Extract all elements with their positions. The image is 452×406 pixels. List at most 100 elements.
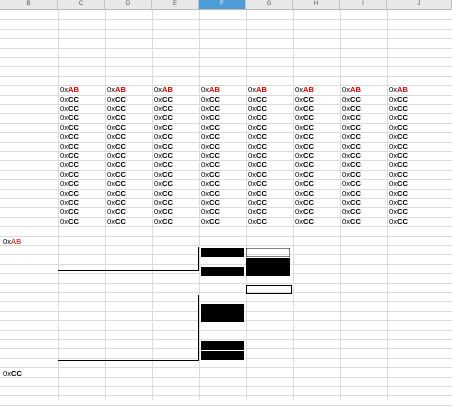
- data-cell[interactable]: 0xCC: [389, 189, 433, 198]
- data-cell[interactable]: 0xCC: [201, 123, 245, 132]
- data-cell[interactable]: [154, 29, 198, 38]
- data-cell[interactable]: 0xCC: [389, 207, 433, 216]
- data-cell[interactable]: 0xCC: [342, 123, 386, 132]
- data-cell[interactable]: 0xCC: [248, 151, 292, 160]
- data-cell[interactable]: 0xCC: [342, 160, 386, 169]
- data-cell[interactable]: [389, 48, 433, 57]
- first-line-swatch[interactable]: [201, 239, 244, 248]
- data-cell[interactable]: 0xCC: [107, 95, 151, 104]
- data-cell[interactable]: [201, 66, 245, 75]
- data-cell[interactable]: 0xCC: [342, 95, 386, 104]
- color-option-number[interactable]: [172, 332, 194, 341]
- data-cell[interactable]: [248, 48, 292, 57]
- column-header-i[interactable]: I: [340, 0, 387, 9]
- data-cell[interactable]: [154, 19, 198, 28]
- line-option-number[interactable]: [172, 267, 194, 276]
- data-cell[interactable]: [201, 57, 245, 66]
- data-cell[interactable]: [60, 57, 104, 66]
- data-cell[interactable]: 0xCC: [107, 132, 151, 141]
- data-cell[interactable]: [342, 29, 386, 38]
- data-cell[interactable]: 0xCC: [248, 123, 292, 132]
- data-cell[interactable]: [154, 76, 198, 85]
- data-cell[interactable]: 0xCC: [60, 142, 104, 151]
- column-header-h[interactable]: H: [293, 0, 340, 9]
- data-cell[interactable]: [295, 29, 339, 38]
- data-cell[interactable]: 0xCC: [248, 189, 292, 198]
- data-cell[interactable]: [60, 38, 104, 47]
- data-cell[interactable]: 0xCC: [248, 179, 292, 188]
- data-cell[interactable]: 0xCC: [201, 95, 245, 104]
- color-key-label[interactable]: 0xAB: [3, 237, 21, 246]
- data-cell[interactable]: [248, 19, 292, 28]
- data-cell[interactable]: [342, 48, 386, 57]
- data-cell[interactable]: 0xCC: [154, 132, 198, 141]
- data-cell[interactable]: 0xCC: [295, 198, 339, 207]
- data-cell[interactable]: 0xCC: [295, 170, 339, 179]
- data-cell[interactable]: 0xCC: [60, 217, 104, 226]
- data-cell[interactable]: 0xCC: [389, 104, 433, 113]
- data-cell[interactable]: 0xCC: [107, 123, 151, 132]
- data-cell[interactable]: 0xCC: [60, 104, 104, 113]
- data-cell[interactable]: 0xCC: [389, 170, 433, 179]
- data-cell[interactable]: [248, 29, 292, 38]
- data-cell[interactable]: 0xCC: [295, 142, 339, 151]
- color-option-number[interactable]: [172, 294, 194, 303]
- data-cell[interactable]: 0xCC: [342, 104, 386, 113]
- selected-cell-cursor[interactable]: [246, 285, 292, 294]
- data-cell[interactable]: 0xCC: [342, 189, 386, 198]
- data-cell[interactable]: 0xAB: [342, 85, 386, 94]
- data-cell[interactable]: [154, 57, 198, 66]
- column-header-e[interactable]: E: [152, 0, 199, 9]
- data-cell[interactable]: [248, 57, 292, 66]
- channel-header[interactable]: [60, 10, 105, 19]
- data-cell[interactable]: [107, 66, 151, 75]
- color-option-number[interactable]: [172, 323, 194, 332]
- color-option-number[interactable]: [172, 341, 194, 350]
- color-swatch-red[interactable]: [201, 294, 244, 303]
- data-cell[interactable]: 0xCC: [60, 160, 104, 169]
- data-cell[interactable]: 0xCC: [248, 142, 292, 151]
- data-cell[interactable]: 0xAB: [295, 85, 339, 94]
- data-cell[interactable]: 0xCC: [60, 113, 104, 122]
- color-swatch-yellow[interactable]: [201, 313, 244, 323]
- data-cell[interactable]: [295, 57, 339, 66]
- data-cell[interactable]: 0xCC: [201, 132, 245, 141]
- data-cell[interactable]: [342, 66, 386, 75]
- data-cell[interactable]: [342, 19, 386, 28]
- data-cell[interactable]: [342, 38, 386, 47]
- data-cell[interactable]: 0xCC: [295, 189, 339, 198]
- data-cell[interactable]: 0xCC: [295, 132, 339, 141]
- data-cell[interactable]: 0xCC: [342, 113, 386, 122]
- data-cell[interactable]: 0xCC: [248, 160, 292, 169]
- data-cell[interactable]: 0xAB: [107, 85, 151, 94]
- data-cell[interactable]: 0xCC: [154, 207, 198, 216]
- channel-header[interactable]: [107, 10, 152, 19]
- data-cell[interactable]: 0xCC: [107, 160, 151, 169]
- data-cell[interactable]: [342, 226, 386, 235]
- data-cell[interactable]: [295, 76, 339, 85]
- second-line-swatch[interactable]: [246, 248, 290, 257]
- data-cell[interactable]: [389, 66, 433, 75]
- channel-header[interactable]: [295, 10, 340, 19]
- data-cell[interactable]: 0xCC: [295, 95, 339, 104]
- color-swatch-cyan[interactable]: [201, 341, 244, 351]
- data-cell[interactable]: 0xCC: [107, 198, 151, 207]
- data-cell[interactable]: 0xCC: [248, 217, 292, 226]
- data-cell[interactable]: 0xCC: [295, 151, 339, 160]
- color-option-number[interactable]: [172, 304, 194, 313]
- second-line-swatch[interactable]: [246, 239, 290, 248]
- column-header-f[interactable]: F: [199, 0, 246, 9]
- column-header-j[interactable]: J: [387, 0, 452, 9]
- data-cell[interactable]: 0xCC: [295, 179, 339, 188]
- data-cell[interactable]: [389, 19, 433, 28]
- data-cell[interactable]: 0xCC: [201, 189, 245, 198]
- data-cell[interactable]: [107, 38, 151, 47]
- channel-header[interactable]: [201, 10, 246, 19]
- column-header-g[interactable]: G: [246, 0, 293, 9]
- data-cell[interactable]: 0xCC: [154, 142, 198, 151]
- data-cell[interactable]: 0xCC: [342, 207, 386, 216]
- data-cell[interactable]: 0xCC: [389, 198, 433, 207]
- data-cell[interactable]: [201, 226, 245, 235]
- data-cell[interactable]: 0xCC: [295, 113, 339, 122]
- color-swatch-white[interactable]: [201, 350, 244, 360]
